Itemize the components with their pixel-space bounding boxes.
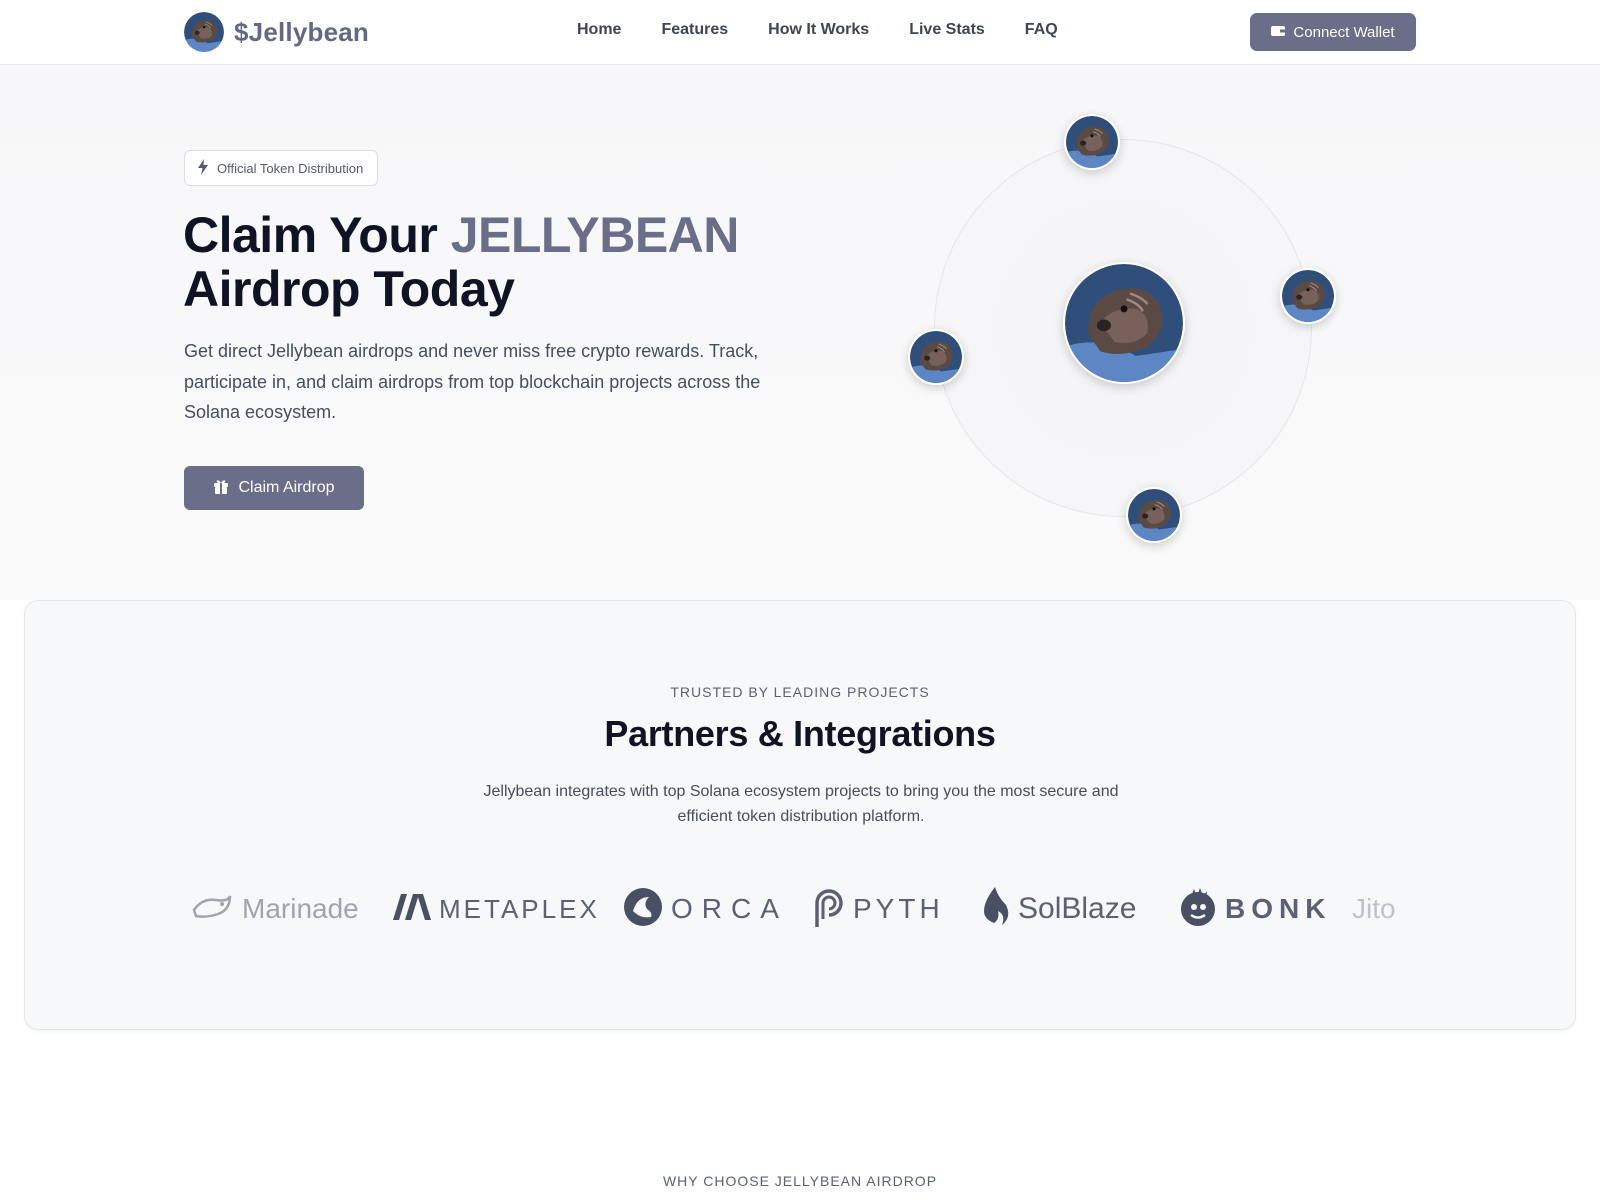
wallet-icon (1271, 24, 1286, 41)
pyth-icon (811, 887, 845, 932)
nav-link-live-stats[interactable]: Live Stats (909, 21, 985, 39)
partner-logo-solblaze[interactable]: SolBlaze (980, 886, 1137, 932)
mascot-orbit-image-bottom (1126, 487, 1182, 543)
hero-headline: Claim Your JELLYBEAN Airdrop Today (183, 208, 739, 316)
partners-title: Partners & Integrations (604, 713, 996, 754)
connect-wallet-label: Connect Wallet (1293, 23, 1395, 41)
brand-logo (184, 12, 224, 52)
partner-name-marinade: Marinade (242, 893, 359, 924)
hero-badge-label: Official Token Distribution (217, 160, 364, 176)
brand-name: $Jellybean (234, 16, 369, 47)
nav-link-features[interactable]: Features (661, 21, 728, 39)
mascot-center-image (1063, 262, 1185, 384)
nav-links: Home Features How It Works Live Stats FA… (577, 21, 1058, 39)
brand[interactable]: $Jellybean (184, 12, 369, 52)
partner-name-metaplex: METAPLEX (439, 893, 600, 924)
claim-airdrop-button[interactable]: Claim Airdrop (184, 466, 364, 510)
claim-airdrop-label: Claim Airdrop (238, 479, 335, 496)
partner-name-orca: ORCA (671, 893, 788, 924)
partner-logo-marinade[interactable]: Marinade (190, 887, 359, 931)
mascot-orbit-image-left (908, 329, 964, 385)
connect-wallet-button[interactable]: Connect Wallet (1250, 13, 1416, 51)
orca-icon (623, 887, 663, 932)
headline-accent: JELLYBEAN (450, 207, 740, 263)
why-choose-eyebrow: WHY CHOOSE JELLYBEAN AIRDROP (662, 1173, 938, 1189)
hero-badge: Official Token Distribution (184, 150, 379, 186)
headline-line2: Airdrop Today (183, 261, 515, 317)
partners-eyebrow: TRUSTED BY LEADING PROJECTS (670, 684, 930, 700)
partner-name-solblaze: SolBlaze (1018, 892, 1137, 925)
partner-logo-bonk[interactable]: BONK (1179, 887, 1331, 931)
partner-name-jito: Jito (1352, 893, 1396, 924)
headline-prefix: Claim Your (183, 207, 451, 263)
partner-name-bonk: BONK (1225, 893, 1332, 924)
bonk-icon (1179, 887, 1217, 932)
nav-link-how-it-works[interactable]: How It Works (768, 21, 869, 39)
marinade-icon (190, 892, 234, 927)
metaplex-icon (393, 893, 431, 925)
nav-link-home[interactable]: Home (577, 21, 621, 39)
gift-icon (213, 478, 229, 499)
hero-section: Official Token Distribution Claim Your J… (0, 65, 1600, 600)
partners-section: TRUSTED BY LEADING PROJECTS Partners & I… (24, 600, 1576, 1030)
mascot-orbit-image-right (1280, 268, 1336, 324)
partner-logo-pyth[interactable]: PYTH (811, 887, 944, 931)
partner-logos: Marinade METAPLEX ORCA PYTH SolBlaze BON… (25, 886, 1575, 932)
partners-description: Jellybean integrates with top Solana eco… (483, 783, 1119, 825)
lightning-icon (197, 158, 209, 178)
hero-description: Get direct Jellybean airdrops and never … (184, 341, 761, 422)
partner-logo-orca[interactable]: ORCA (623, 887, 788, 931)
top-navbar: $Jellybean Home Features How It Works Li… (0, 0, 1600, 65)
mascot-orbit-image-top (1064, 114, 1120, 170)
partner-name-pyth: PYTH (853, 893, 944, 924)
partner-logo-metaplex[interactable]: METAPLEX (393, 887, 600, 931)
nav-link-faq[interactable]: FAQ (1025, 21, 1058, 39)
partner-logo-jito[interactable]: Jito (1352, 887, 1396, 931)
flame-icon (980, 886, 1010, 932)
